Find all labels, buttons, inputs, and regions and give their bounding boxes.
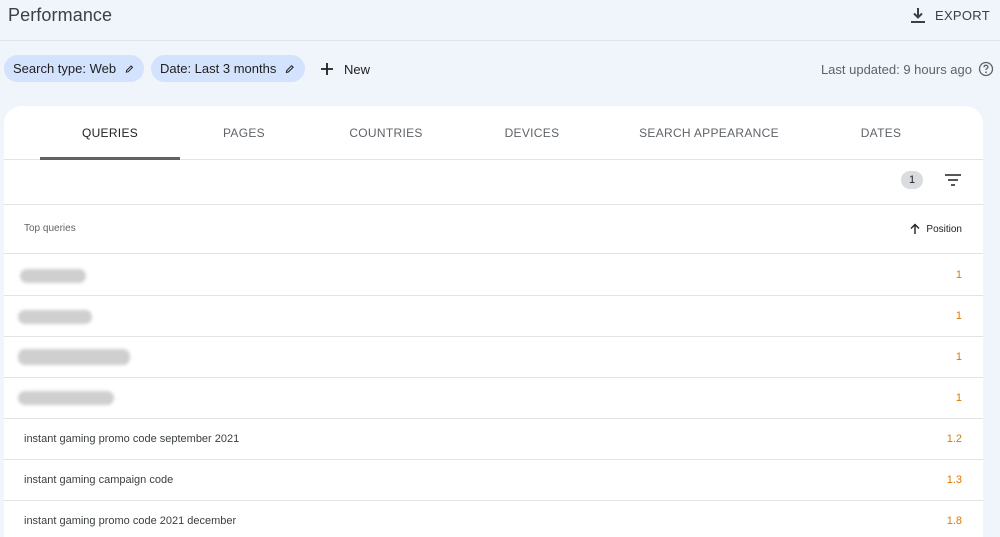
redacted-query [18, 349, 130, 365]
filter-icon[interactable] [944, 172, 962, 188]
query-text: instant gaming promo code 2021 december [24, 515, 237, 527]
query-text: instant gaming promo code september 2021 [24, 433, 240, 445]
table-toolbar [4, 161, 983, 205]
export-button[interactable]: EXPORT [910, 4, 990, 26]
query-text: instant gaming campaign code [24, 474, 174, 486]
page-title: Performance [8, 5, 113, 25]
table-row[interactable]: 1 [4, 378, 983, 419]
position-value: 1 [955, 269, 962, 281]
position-header-label: Position [926, 223, 962, 235]
last-updated: Last updated: 9 hours ago [821, 58, 994, 80]
help-circle-icon[interactable] [978, 61, 994, 77]
search-type-chip[interactable]: Search type: Web [4, 55, 144, 82]
position-value: 1.8 [946, 515, 962, 527]
table-row[interactable]: 1 [4, 296, 983, 337]
date-range-chip[interactable]: Date: Last 3 months [151, 55, 305, 82]
position-value: 1.3 [946, 474, 962, 486]
tab-devices[interactable]: DEVICES [482, 106, 582, 160]
active-tab-indicator [40, 157, 180, 160]
position-value: 1 [955, 392, 962, 404]
position-value: 1.2 [946, 433, 962, 445]
plus-icon [321, 63, 333, 75]
pencil-icon [125, 64, 134, 73]
page-header: Performance EXPORT [0, 0, 1000, 41]
new-filter-button[interactable]: New [320, 58, 370, 80]
report-card: QUERIES PAGES COUNTRIES DEVICES SEARCH A… [4, 106, 983, 537]
table-row[interactable]: 1 [4, 337, 983, 378]
table-row[interactable]: instant gaming campaign code 1.3 [4, 460, 983, 501]
new-filter-label: New [344, 61, 371, 77]
last-updated-text: Last updated: 9 hours ago [820, 61, 972, 77]
position-column-header[interactable]: Position [909, 221, 962, 237]
table-row[interactable]: instant gaming promo code 2021 december … [4, 501, 983, 537]
table-row[interactable]: instant gaming promo code september 2021… [4, 419, 983, 460]
table-row[interactable]: 1 [4, 255, 983, 296]
redacted-query [18, 310, 92, 324]
table-header: Top queries Position [4, 206, 983, 254]
tab-queries[interactable]: QUERIES [40, 106, 180, 160]
report-tabs: QUERIES PAGES COUNTRIES DEVICES SEARCH A… [4, 106, 983, 160]
pencil-icon [286, 64, 295, 73]
export-label: EXPORT [934, 7, 990, 23]
download-icon [910, 7, 925, 23]
arrow-up-icon [910, 223, 920, 234]
redacted-query [18, 391, 114, 405]
redacted-query [20, 269, 86, 283]
tab-dates[interactable]: DATES [836, 106, 926, 160]
search-type-label: Search type: Web [13, 61, 117, 76]
tab-countries[interactable]: COUNTRIES [326, 106, 446, 160]
position-value: 1 [955, 351, 962, 363]
tab-search-appearance[interactable]: SEARCH APPEARANCE [619, 106, 799, 160]
position-value: 1 [955, 310, 962, 322]
top-queries-header: Top queries [24, 223, 76, 234]
active-filter-count-badge: 1 [901, 171, 923, 189]
date-range-label: Date: Last 3 months [160, 61, 277, 76]
tab-pages[interactable]: PAGES [194, 106, 294, 160]
